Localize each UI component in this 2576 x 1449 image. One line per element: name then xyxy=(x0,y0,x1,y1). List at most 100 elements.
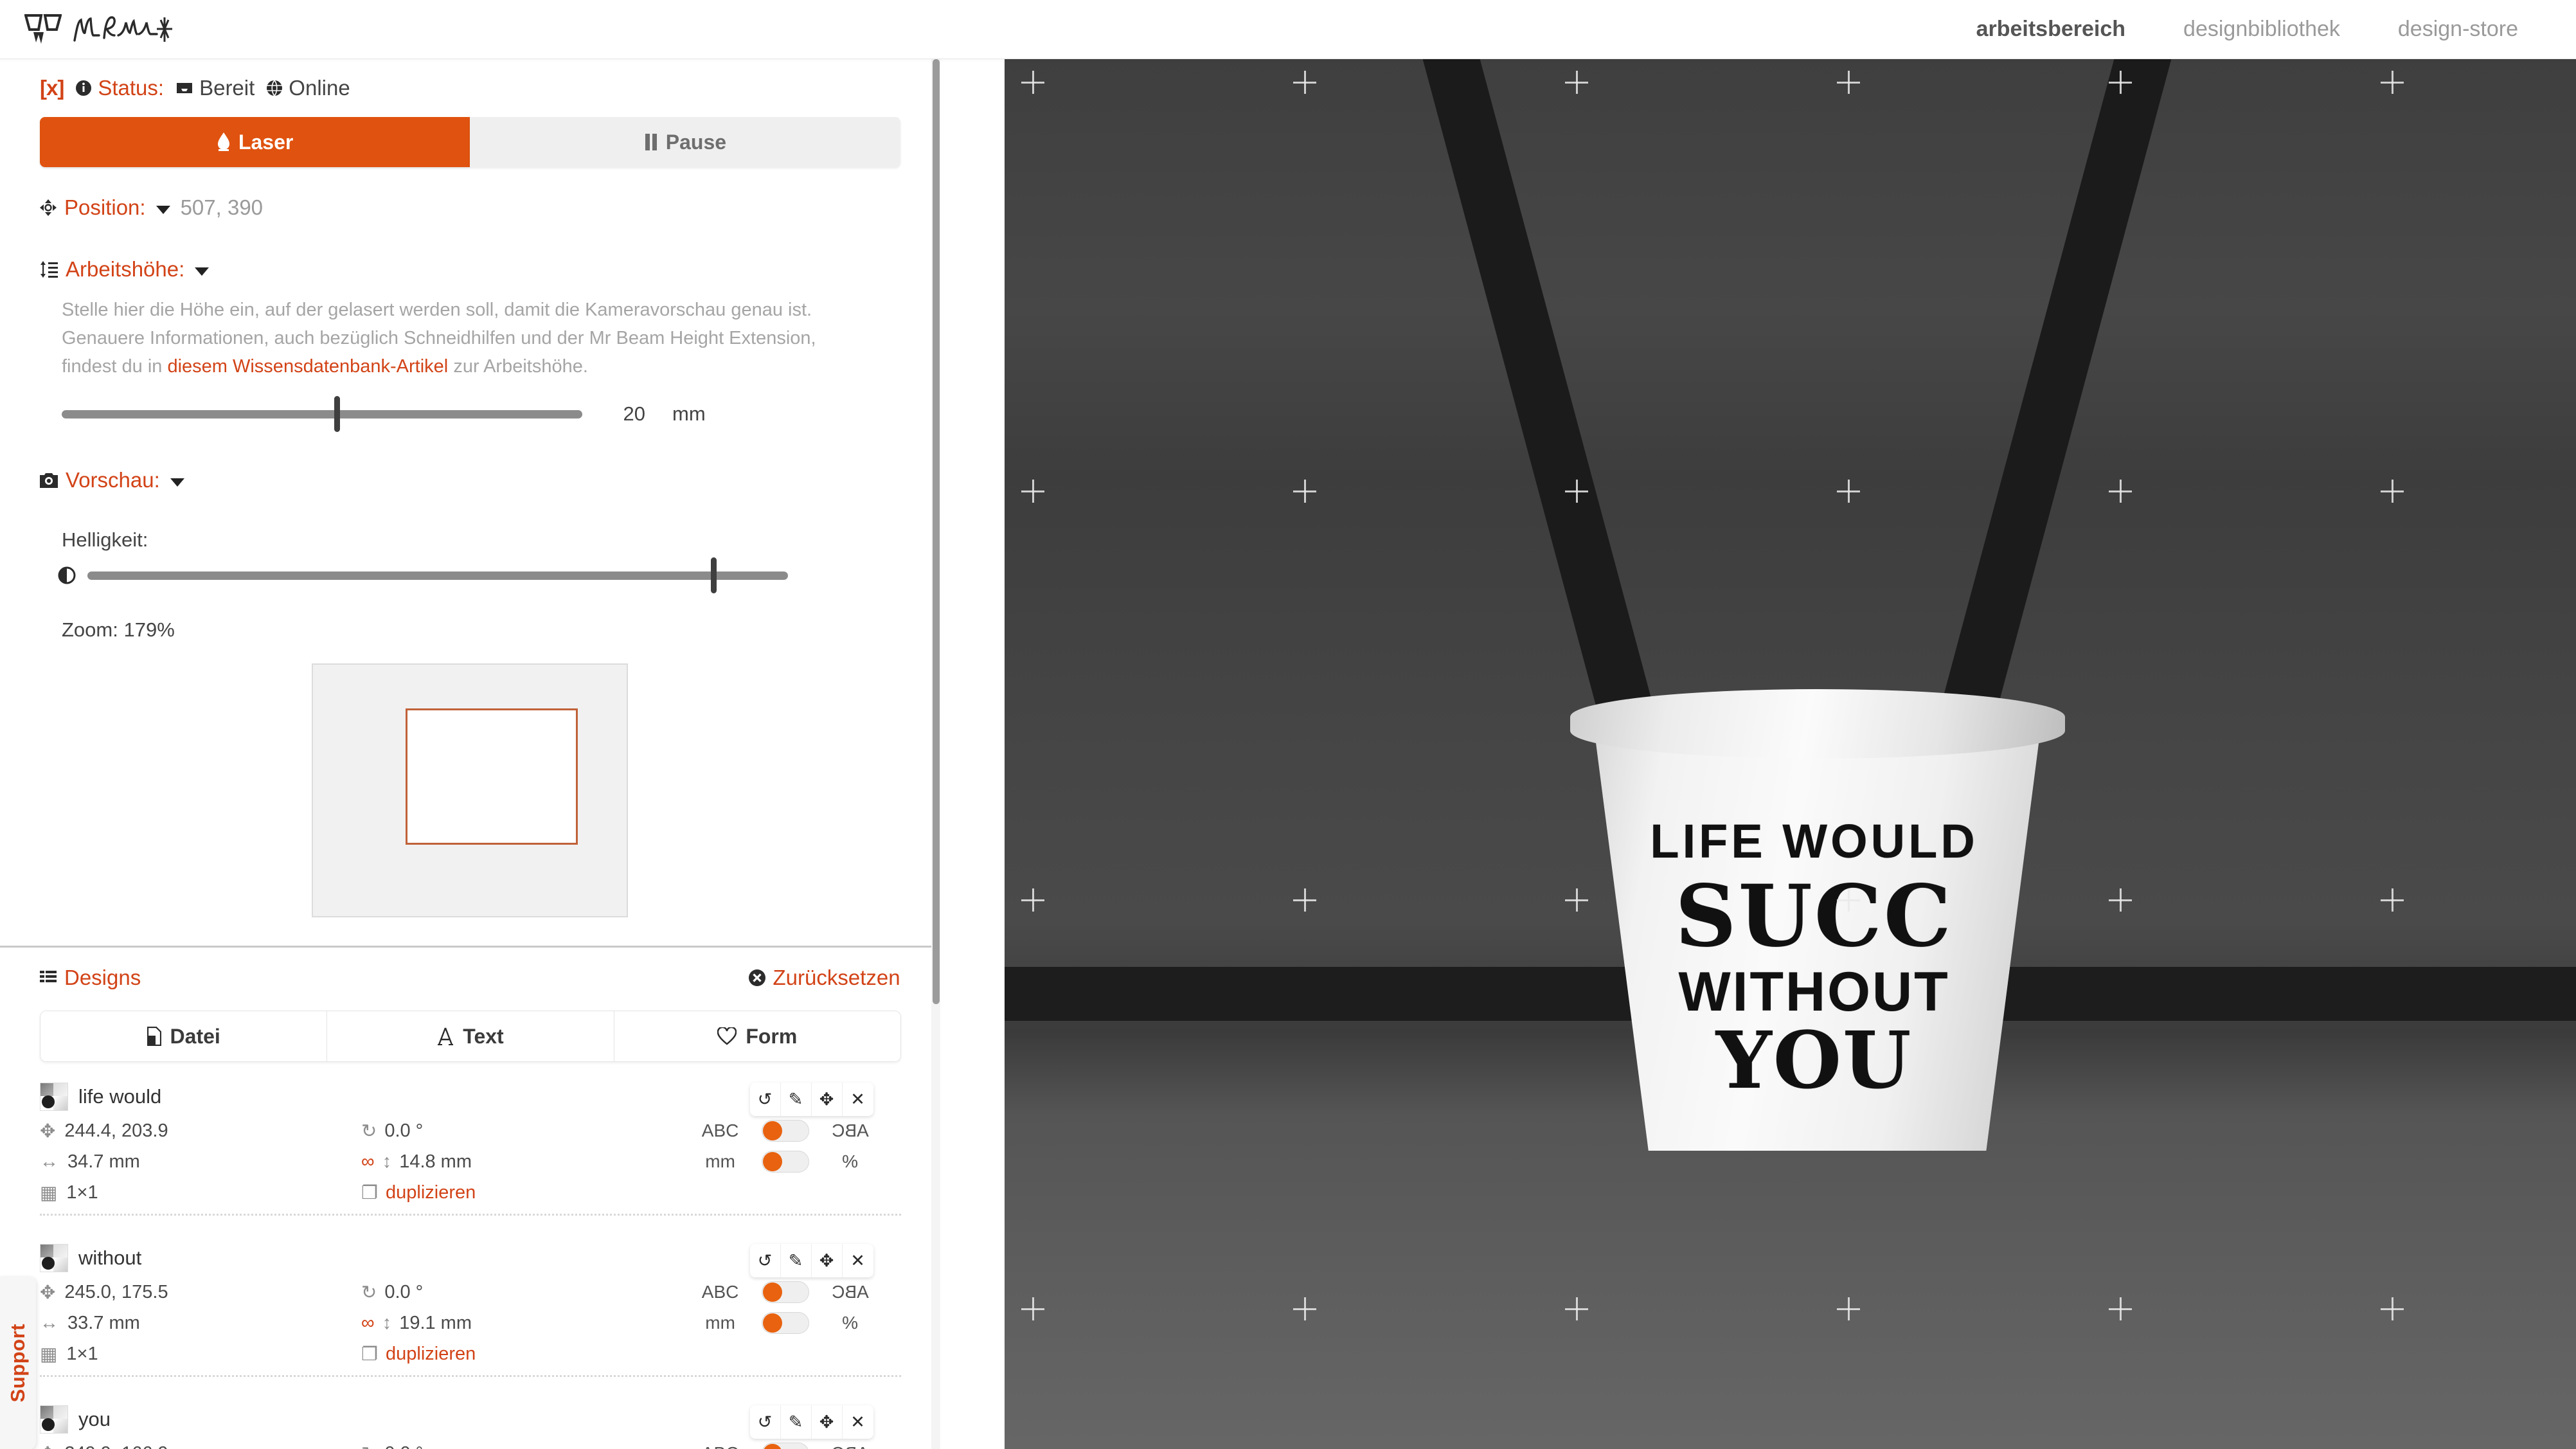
status-connection-text: Online xyxy=(289,76,350,100)
design-height-value: 14.8 mm xyxy=(399,1151,472,1172)
designs-tabs: Datei Text Form xyxy=(40,1011,901,1063)
status-state-text: Bereit xyxy=(199,76,255,100)
position-label: Position: xyxy=(64,195,146,219)
design-list: ↺ ✎ ✥ ✕ life would ✥ 244.4, 203.9 ↻ 0.0 … xyxy=(40,1080,901,1449)
height-icon xyxy=(40,261,58,278)
toggle-label-abc-right: ABC xyxy=(826,1443,875,1449)
nav-link-design-store[interactable]: design-store xyxy=(2398,17,2518,42)
undo-icon[interactable]: ↺ xyxy=(750,1244,781,1278)
tab-form[interactable]: Form xyxy=(614,1011,900,1062)
design-height: ∞ ↕ 14.8 mm xyxy=(361,1151,631,1173)
link-icon[interactable]: ∞ xyxy=(361,1151,375,1173)
rotate-icon: ↻ xyxy=(361,1282,377,1303)
flame-icon xyxy=(217,132,229,151)
engraving-line-1: LIFE WOULD xyxy=(1650,815,1978,868)
pause-button[interactable]: Pause xyxy=(470,117,900,167)
chevron-down-icon xyxy=(170,478,184,487)
tab-datei[interactable]: Datei xyxy=(40,1011,328,1062)
nav-link-designbibliothek[interactable]: designbibliothek xyxy=(2183,17,2340,42)
brand-logo[interactable] xyxy=(24,11,174,48)
sidebar-scrollbar-thumb[interactable] xyxy=(932,59,940,1004)
heart-icon xyxy=(717,1027,737,1045)
status-connection: Online xyxy=(266,76,350,100)
close-icon[interactable]: ✕ xyxy=(843,1244,873,1277)
text-mirror-toggle[interactable] xyxy=(761,1120,809,1142)
support-tab-label: Support xyxy=(6,1323,29,1403)
preview-thumbnail[interactable] xyxy=(312,663,629,918)
copy-icon: ❐ xyxy=(361,1344,378,1365)
engraving-line-2: SUCC xyxy=(1675,867,1953,966)
rotate-icon: ↻ xyxy=(361,1443,377,1449)
engraving-line-3: WITHOUT xyxy=(1678,961,1950,1023)
list-item[interactable]: ↺ ✎ ✥ ✕ without ✥ 245.0, 175.5 ↻ 0.0 ° A… xyxy=(40,1241,901,1400)
undo-icon[interactable]: ↺ xyxy=(750,1083,781,1117)
work-height-slider[interactable] xyxy=(62,395,582,432)
brightness-slider-thumb[interactable] xyxy=(711,557,717,593)
status-info: Status: xyxy=(75,76,164,100)
nav-link-arbeitsbereich[interactable]: arbeitsbereich xyxy=(1976,17,2125,42)
design-grid: ▦ 1×1 xyxy=(40,1343,361,1365)
edit-icon[interactable]: ✎ xyxy=(781,1244,812,1278)
list-item[interactable]: ↺ ✎ ✥ ✕ life would ✥ 244.4, 203.9 ↻ 0.0 … xyxy=(40,1080,901,1239)
move-icon: ✥ xyxy=(40,1443,55,1449)
move-icon[interactable]: ✥ xyxy=(812,1405,843,1439)
brightness-slider[interactable] xyxy=(87,557,788,593)
preview-toggle[interactable]: Vorschau: xyxy=(40,468,900,492)
close-bracket-button[interactable]: [x] xyxy=(40,76,64,100)
text-mirror-toggle[interactable] xyxy=(761,1281,809,1304)
close-icon[interactable]: ✕ xyxy=(843,1083,873,1116)
design-text-toggle: ABC ABC xyxy=(696,1443,875,1449)
design-name: life would xyxy=(78,1085,162,1108)
close-icon[interactable]: ✕ xyxy=(843,1405,873,1439)
list-item[interactable]: ↺ ✎ ✥ ✕ you ✥ xyxy=(40,1403,900,1449)
link-icon[interactable]: ∞ xyxy=(361,1313,375,1334)
design-width: ↔ 33.7 mm xyxy=(40,1313,361,1334)
designs-title-group: Designs xyxy=(40,966,141,990)
mr-beam-wordmark-icon xyxy=(73,15,172,42)
design-rotation-value: 0.0 ° xyxy=(384,1443,423,1449)
reset-button[interactable]: Zurücksetzen xyxy=(748,966,900,990)
sidebar-scrollbar[interactable] xyxy=(931,59,940,1449)
design-duplicate[interactable]: ❐ duplizieren xyxy=(361,1182,631,1204)
undo-icon[interactable]: ↺ xyxy=(750,1405,781,1439)
camera-icon xyxy=(40,473,58,489)
position-toggle[interactable]: Position: xyxy=(40,195,170,220)
design-grid-row: ▦ 1×1 ❐ duplizieren xyxy=(40,1340,900,1367)
design-height-value: 19.1 mm xyxy=(399,1312,472,1333)
work-height-toggle[interactable]: Arbeitshöhe: xyxy=(40,257,900,282)
position-section: Position: 507, 390 xyxy=(40,195,900,220)
move-icon[interactable]: ✥ xyxy=(812,1083,843,1117)
unit-toggle[interactable] xyxy=(761,1151,809,1173)
laser-button[interactable]: Laser xyxy=(40,117,470,167)
grid-icon: ▦ xyxy=(40,1182,58,1203)
toggle-label-abc-left: ABC xyxy=(696,1443,745,1449)
camera-preview[interactable]: LIFE WOULD SUCC WITHOUT YOU xyxy=(1004,59,2576,1449)
position-value: 507, 390 xyxy=(180,195,264,219)
knowledge-base-link[interactable]: diesem Wissensdatenbank-Artikel xyxy=(167,356,448,377)
width-arrow-icon: ↔ xyxy=(40,1151,58,1172)
unit-toggle[interactable] xyxy=(761,1312,809,1335)
move-icon[interactable]: ✥ xyxy=(812,1244,843,1278)
design-duplicate[interactable]: ❐ duplizieren xyxy=(361,1343,631,1365)
tab-text[interactable]: Text xyxy=(327,1011,614,1062)
design-size-row: ↔ 33.7 mm ∞ ↕ 19.1 mm mm % xyxy=(40,1310,900,1336)
text-mirror-toggle[interactable] xyxy=(761,1443,809,1449)
work-height-slider-thumb[interactable] xyxy=(334,395,340,432)
laser-button-label: Laser xyxy=(238,130,294,154)
design-position-row: ✥ 245.0, 175.5 ↻ 0.0 ° ABC ABC xyxy=(40,1279,900,1306)
design-position: ✥ 245.0, 175.5 xyxy=(40,1281,361,1304)
design-actions: ↺ ✎ ✥ ✕ xyxy=(749,1244,873,1278)
engraving-preview-text: LIFE WOULD SUCC WITHOUT YOU xyxy=(1622,815,2007,1100)
sidebar-scroll-area: [x] Status: Bereit Online Laser Pause Po… xyxy=(0,59,940,1449)
edit-icon[interactable]: ✎ xyxy=(781,1405,812,1439)
workspace: [x] Status: Bereit Online Laser Pause Po… xyxy=(0,59,2576,1449)
text-icon xyxy=(438,1027,454,1046)
edit-icon[interactable]: ✎ xyxy=(781,1083,812,1117)
support-tab[interactable]: Support xyxy=(0,1276,36,1449)
flower-pot-rim xyxy=(1570,689,2065,759)
list-separator xyxy=(40,1214,901,1216)
design-position: ✥ 249.9, 166.9 xyxy=(40,1443,361,1449)
design-grid-value: 1×1 xyxy=(66,1182,98,1203)
inbox-icon xyxy=(177,83,193,93)
left-sidebar: [x] Status: Bereit Online Laser Pause Po… xyxy=(0,59,940,1449)
